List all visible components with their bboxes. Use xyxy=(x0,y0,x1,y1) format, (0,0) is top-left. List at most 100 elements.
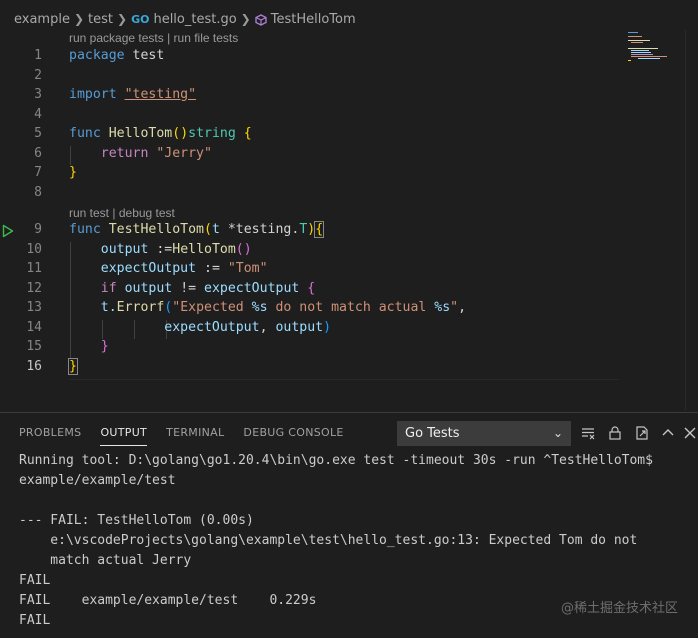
run-package-tests-link[interactable]: run package tests xyxy=(69,31,164,45)
minimap-line xyxy=(628,48,658,49)
token-string: "Jerry" xyxy=(156,146,212,161)
maximize-panel-icon[interactable] xyxy=(660,425,676,441)
token-identifier: test xyxy=(132,48,165,63)
watermark: @稀土掘金技术社区 xyxy=(560,601,678,616)
minimap-line xyxy=(638,58,660,59)
minimap-line xyxy=(631,56,667,57)
code-line: expectOutput := "Tom" xyxy=(69,261,268,276)
token-variable: output xyxy=(275,320,324,335)
output-channel-select[interactable]: Go Tests ⌄ xyxy=(397,421,571,446)
open-in-editor-icon[interactable] xyxy=(634,425,650,441)
line-number: 5 xyxy=(34,126,42,141)
output-line: FAIL xyxy=(19,573,51,588)
code-line: func TestHelloTom(t *testing.T){ xyxy=(69,221,325,238)
token-string: "Expected xyxy=(172,300,252,315)
token-keyword: func xyxy=(69,222,101,237)
token-string: "Tom" xyxy=(227,261,268,276)
token-bracket-matched: } xyxy=(68,358,78,375)
editor-scrollbar[interactable] xyxy=(685,30,686,410)
token-operator: := xyxy=(204,261,220,276)
minimap-line xyxy=(631,42,643,43)
code-line: t.Errorf("Expected %s do not match actua… xyxy=(69,300,466,315)
function-symbol-icon xyxy=(255,14,267,26)
debug-test-link[interactable]: debug test xyxy=(119,206,175,220)
token-punctuation: , xyxy=(259,320,268,335)
token-format-verb: %s xyxy=(251,300,268,315)
token-keyword: func xyxy=(69,126,101,141)
output-line: e:\vscodeProjects\golang\example\test\he… xyxy=(19,533,638,548)
tab-output[interactable]: OUTPUT xyxy=(81,413,147,453)
close-panel-icon[interactable] xyxy=(682,425,698,441)
token-function: TestHelloTom xyxy=(108,222,204,237)
token-variable: output xyxy=(100,242,149,257)
code-line: if output != expectOutput { xyxy=(69,281,315,296)
output-line: match actual Jerry xyxy=(19,553,192,568)
token-bracket: ( xyxy=(204,222,212,237)
output-line: example/example/test xyxy=(19,473,176,488)
breadcrumb-item-test[interactable]: test xyxy=(88,12,113,27)
token-identifier: *testing. xyxy=(227,222,300,237)
line-number: 12 xyxy=(26,281,42,296)
token-keyword: import xyxy=(69,87,117,102)
token-variable: expectOutput xyxy=(164,320,260,335)
line-number: 8 xyxy=(34,185,42,200)
code-line: package test xyxy=(69,48,164,63)
token-bracket: } xyxy=(100,339,109,354)
token-keyword: if xyxy=(100,281,117,296)
line-number: 4 xyxy=(34,107,42,122)
run-test-icon[interactable] xyxy=(2,224,14,238)
minimap[interactable] xyxy=(624,30,684,90)
codelens-separator: | xyxy=(112,206,116,220)
token-variable: output xyxy=(124,281,173,296)
token-variable: expectOutput xyxy=(204,281,300,296)
tab-problems[interactable]: PROBLEMS xyxy=(0,413,81,453)
tab-debug-console[interactable]: DEBUG CONSOLE xyxy=(224,413,343,453)
token-bracket: () xyxy=(235,242,252,257)
output-channel-value: Go Tests xyxy=(405,426,460,441)
line-number: 13 xyxy=(26,300,42,315)
lock-scroll-icon[interactable] xyxy=(607,425,623,441)
chevron-right-icon: ❯ xyxy=(117,12,128,26)
token-type: string xyxy=(188,126,236,141)
line-number: 7 xyxy=(34,165,42,180)
run-file-tests-link[interactable]: run file tests xyxy=(174,31,239,45)
token-parameter: t xyxy=(211,222,220,237)
line-number-current: 16 xyxy=(26,359,42,374)
run-test-link[interactable]: run test xyxy=(69,206,109,220)
token-keyword: package xyxy=(69,48,125,63)
chevron-right-icon: ❯ xyxy=(240,12,251,26)
code-line: } xyxy=(69,339,109,354)
line-number: 14 xyxy=(26,320,42,335)
tab-terminal[interactable]: TERMINAL xyxy=(147,413,224,453)
line-number: 15 xyxy=(26,339,42,354)
token-keyword: return xyxy=(100,146,149,161)
clear-output-icon[interactable] xyxy=(580,425,596,441)
line-number: 1 xyxy=(34,48,42,63)
breadcrumb-item-file[interactable]: hello_test.go xyxy=(153,12,236,27)
token-string[interactable]: "testing" xyxy=(125,87,196,102)
code-line: output :=HelloTom() xyxy=(69,242,252,257)
minimap-line xyxy=(628,60,631,61)
output-line: --- FAIL: TestHelloTom (0.00s) xyxy=(19,513,254,528)
code-editor[interactable]: run package tests | run file tests 1 2 3… xyxy=(0,30,620,385)
breadcrumb-item-example[interactable]: example xyxy=(14,12,70,27)
token-function: Errorf xyxy=(116,300,165,315)
code-line: func HelloTom()string { xyxy=(69,126,252,141)
token-string: " xyxy=(450,300,459,315)
token-format-verb: %s xyxy=(434,300,451,315)
token-variable: t. xyxy=(100,300,117,315)
breadcrumb-item-symbol[interactable]: TestHelloTom xyxy=(271,12,356,27)
code-line-current: } xyxy=(68,358,78,375)
minimap-line xyxy=(631,50,649,51)
output-line: Running tool: D:\golang\go1.20.4\bin\go.… xyxy=(19,453,653,468)
token-operator: := xyxy=(156,242,173,257)
chevron-right-icon: ❯ xyxy=(73,12,85,26)
token-punctuation: , xyxy=(458,300,467,315)
minimap-line xyxy=(628,40,650,41)
line-number: 2 xyxy=(34,68,42,83)
token-function: HelloTom xyxy=(172,242,236,257)
token-bracket: () xyxy=(172,126,189,141)
current-line-border xyxy=(69,379,619,380)
minimap-line xyxy=(628,32,638,33)
token-function: HelloTom xyxy=(108,126,173,141)
